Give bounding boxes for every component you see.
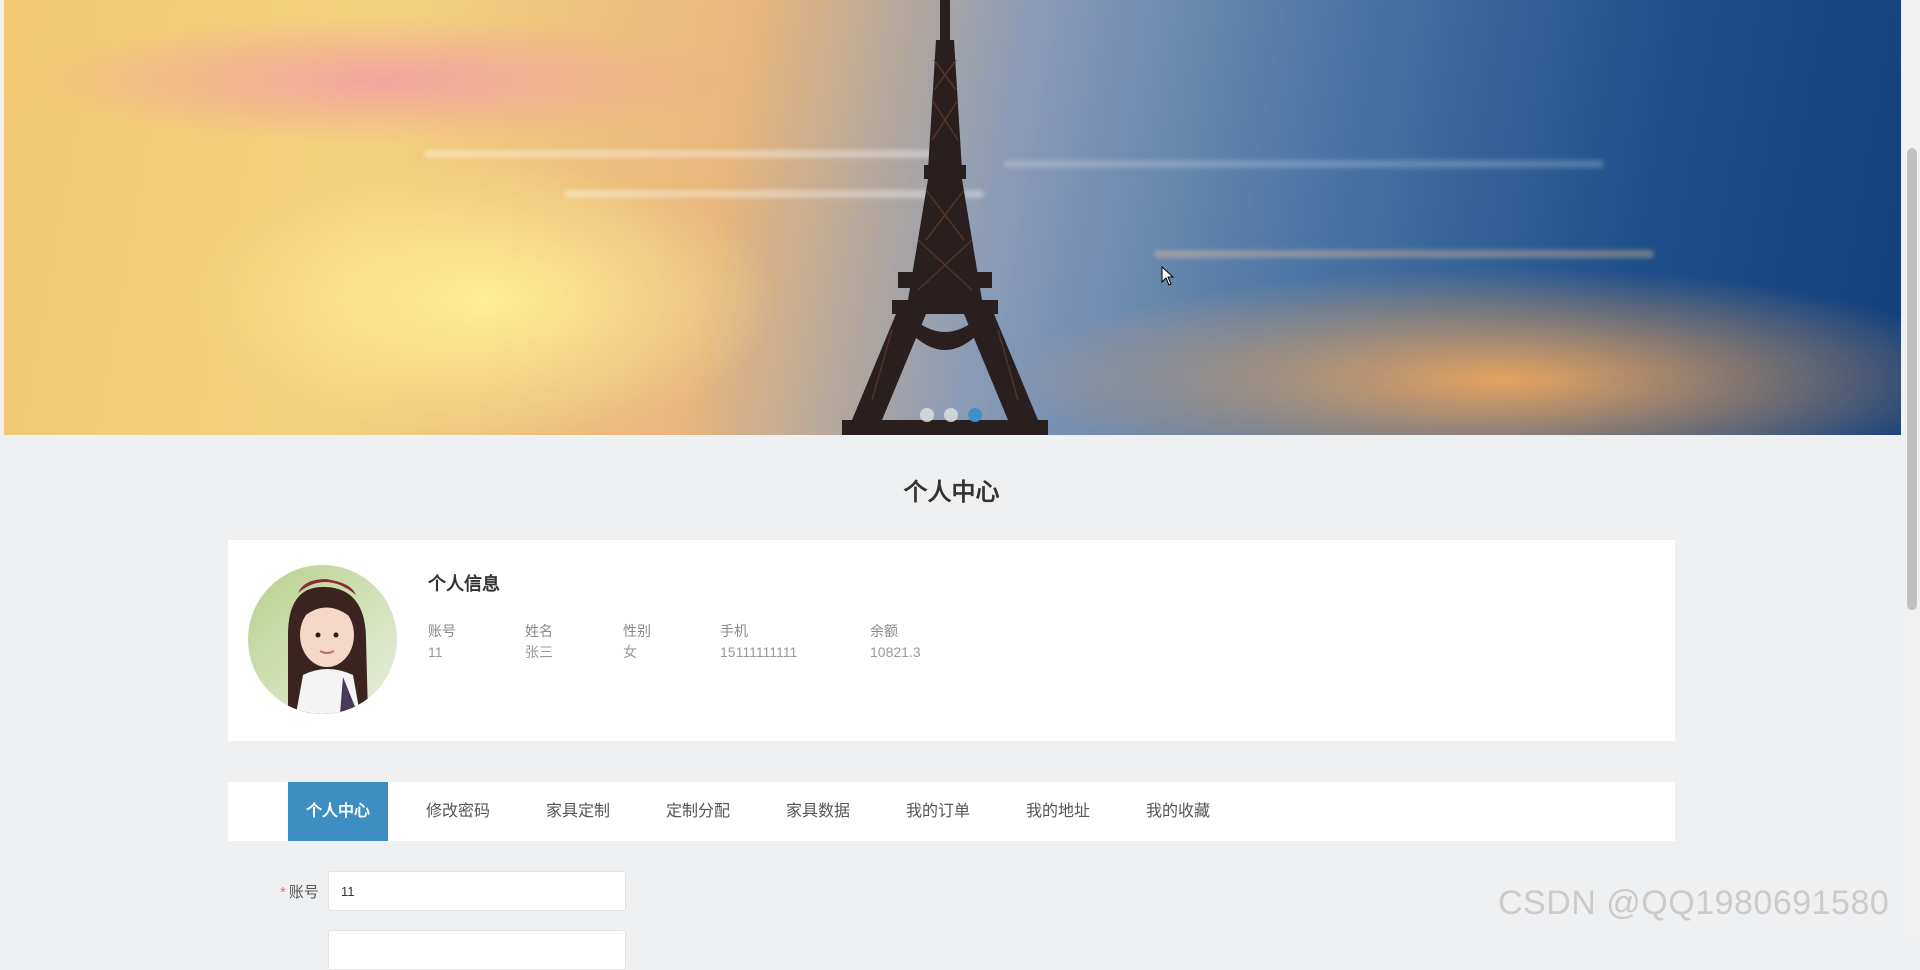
- profile-field-name: 姓名 张三: [525, 621, 553, 663]
- field-label: 账号: [428, 623, 456, 639]
- tab-my-orders[interactable]: 我的订单: [888, 782, 988, 841]
- cloud-streak: [1004, 160, 1604, 168]
- profile-field-gender: 性别 女: [623, 621, 651, 663]
- tab-my-address[interactable]: 我的地址: [1008, 782, 1108, 841]
- tab-my-favorites[interactable]: 我的收藏: [1128, 782, 1228, 841]
- account-label-text: 账号: [288, 884, 319, 901]
- field-value: 10821.3: [870, 644, 921, 660]
- page-title: 个人中心: [903, 479, 1000, 506]
- field-value: 11: [428, 644, 443, 660]
- banner-carousel[interactable]: [4, 0, 1901, 435]
- carousel-dot-2[interactable]: [944, 408, 958, 422]
- user-center-tabs: 个人中心 修改密码 家具定制 定制分配 家具数据 我的订单 我的地址 我的收藏: [228, 782, 1675, 841]
- next-field-input[interactable]: [328, 930, 626, 970]
- csdn-watermark: CSDN @QQ1980691580: [1498, 884, 1890, 922]
- mouse-cursor-icon: [1161, 266, 1175, 286]
- account-input[interactable]: [328, 871, 626, 911]
- profile-info-title: 个人信息: [428, 574, 500, 594]
- field-value: 15111111111: [720, 644, 798, 660]
- field-label: 手机: [720, 623, 748, 639]
- account-field-label: * 账号: [280, 881, 319, 902]
- tab-change-password[interactable]: 修改密码: [408, 782, 508, 841]
- field-label: 性别: [623, 623, 651, 639]
- avatar: [248, 565, 397, 714]
- profile-field-account: 账号 11: [428, 621, 456, 663]
- tab-furniture-custom[interactable]: 家具定制: [528, 782, 628, 841]
- eiffel-tower-image: [842, 0, 1048, 435]
- cloud-streak: [1154, 250, 1654, 258]
- field-label: 姓名: [525, 623, 553, 639]
- tab-custom-assignment[interactable]: 定制分配: [648, 782, 748, 841]
- required-mark: *: [280, 884, 286, 901]
- profile-card: 个人信息 账号 11 姓名 张三 性别 女 手机 15111111111 余额 …: [228, 540, 1675, 741]
- scrollbar-thumb[interactable]: [1907, 148, 1917, 610]
- profile-field-balance: 余额 10821.3: [870, 621, 921, 663]
- carousel-dot-3[interactable]: [968, 408, 982, 422]
- page-scrollbar[interactable]: [1903, 0, 1920, 936]
- carousel-dot-1[interactable]: [920, 408, 934, 422]
- tab-furniture-data[interactable]: 家具数据: [768, 782, 868, 841]
- tab-personal-center[interactable]: 个人中心: [288, 782, 388, 841]
- field-label: 余额: [870, 623, 898, 639]
- field-value: 女: [623, 644, 637, 660]
- field-value: 张三: [525, 644, 553, 660]
- carousel-indicators: [920, 408, 982, 422]
- profile-field-phone: 手机 15111111111: [720, 621, 797, 663]
